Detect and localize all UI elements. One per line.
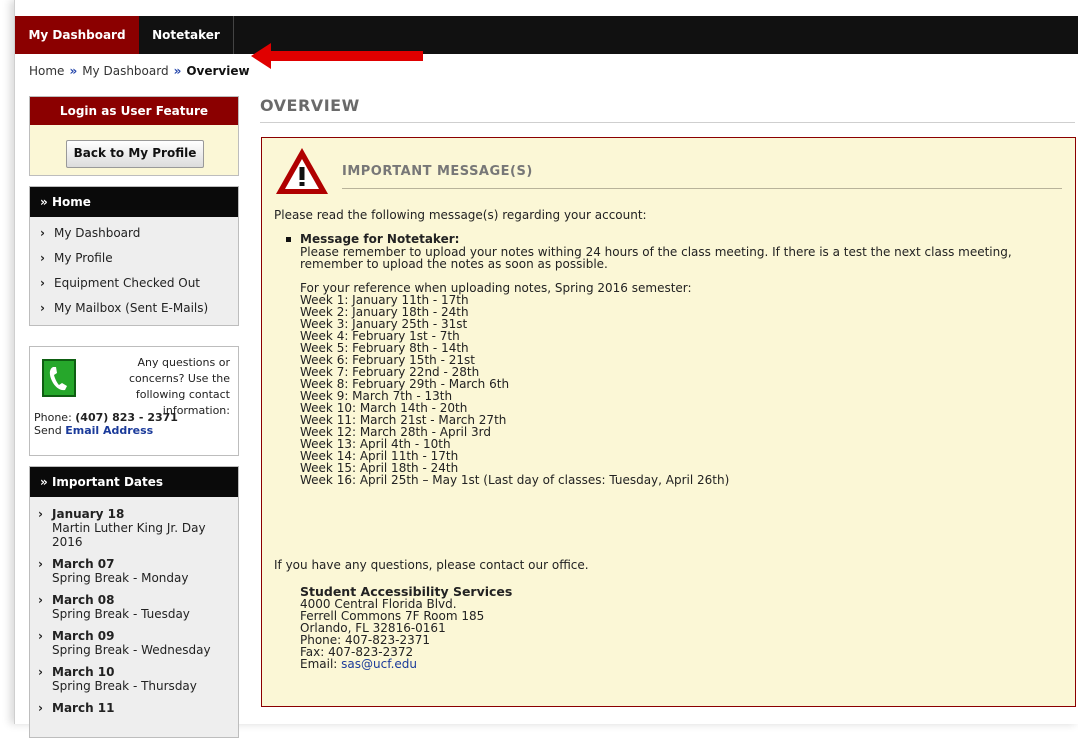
breadcrumb-current: Overview bbox=[186, 64, 250, 78]
message-divider bbox=[342, 188, 1062, 189]
office-email-link[interactable]: sas@ucf.edu bbox=[341, 657, 417, 671]
bullet-icon bbox=[286, 237, 291, 242]
message-heading: Message for Notetaker: bbox=[300, 232, 460, 246]
important-dates-title: Important Dates bbox=[51, 475, 164, 489]
annotation-arrow-icon bbox=[251, 43, 423, 69]
breadcrumb-separator: » bbox=[69, 64, 78, 78]
weeks-list: Week 1: January 11th - 17th Week 2: Janu… bbox=[300, 294, 1052, 486]
date-item[interactable]: › March 07 Spring Break - Monday bbox=[30, 553, 238, 589]
message-title: IMPORTANT MESSAGE(S) bbox=[342, 164, 533, 179]
date-item[interactable]: › March 09 Spring Break - Wednesday bbox=[30, 625, 238, 661]
menu-item-label: My Mailbox (Sent E-Mails) bbox=[54, 301, 209, 315]
message-body: Please remember to upload your notes wit… bbox=[300, 246, 1052, 486]
date-note: Spring Break - Monday bbox=[52, 571, 189, 585]
menu-item-label: My Dashboard bbox=[54, 226, 141, 240]
chevron-right-icon: › bbox=[40, 226, 45, 240]
tab-my-dashboard[interactable]: My Dashboard bbox=[15, 16, 139, 54]
warning-icon bbox=[276, 148, 328, 194]
closing-text: If you have any questions, please contac… bbox=[274, 558, 589, 572]
chevron-right-icon: › bbox=[38, 701, 43, 715]
login-feature-title: Login as User Feature bbox=[30, 97, 238, 125]
email-address-link[interactable]: Email Address bbox=[65, 424, 153, 437]
date-note: Spring Break - Tuesday bbox=[52, 607, 190, 621]
important-dates-panel: » Important Dates › January 18 Martin Luth… bbox=[29, 466, 239, 738]
top-nav: My Dashboard Notetaker bbox=[15, 16, 1078, 69]
date-item[interactable]: › March 08 Spring Break - Tuesday bbox=[30, 589, 238, 625]
title-divider bbox=[260, 122, 1075, 123]
date-note: Spring Break - Thursday bbox=[52, 679, 197, 693]
phone-number: (407) 823 - 2371 bbox=[75, 411, 178, 424]
menu-item-label: Equipment Checked Out bbox=[54, 276, 201, 290]
back-to-profile-button[interactable]: Back to My Profile bbox=[66, 140, 204, 168]
chevron-right-icon: › bbox=[40, 276, 45, 290]
week-item: Week 16: April 25th – May 1st (Last day … bbox=[300, 473, 730, 487]
date-note: Martin Luther King Jr. Day 2016 bbox=[52, 521, 206, 549]
page-title: OVERVIEW bbox=[260, 96, 360, 115]
message-intro: Please read the following message(s) reg… bbox=[274, 208, 647, 222]
breadcrumb: Home » My Dashboard » Overview bbox=[29, 64, 250, 78]
date-item[interactable]: › March 10 Spring Break - Thursday bbox=[30, 661, 238, 697]
date-note: Spring Break - Wednesday bbox=[52, 643, 211, 657]
breadcrumb-separator: » bbox=[173, 64, 182, 78]
date-item[interactable]: › January 18 Martin Luther King Jr. Day 20… bbox=[30, 503, 238, 553]
message-text: Please remember to upload your notes wit… bbox=[300, 245, 1012, 271]
breadcrumb-dashboard[interactable]: My Dashboard bbox=[82, 64, 168, 78]
menu-item-equipment[interactable]: › Equipment Checked Out bbox=[30, 271, 238, 296]
login-feature-body: Back to My Profile bbox=[30, 125, 238, 175]
date-label: March 11 bbox=[52, 701, 115, 715]
contact-panel: Any questions or concerns? Use the follo… bbox=[29, 346, 239, 456]
double-chevron-down-icon: » bbox=[40, 475, 48, 489]
login-as-user-panel: Login as User Feature Back to My Profile bbox=[29, 96, 239, 176]
contact-description: Any questions or concerns? Use the follo… bbox=[128, 356, 230, 417]
double-chevron-down-icon: » bbox=[40, 195, 48, 209]
menu-item-label: My Profile bbox=[54, 251, 113, 265]
chevron-right-icon: › bbox=[38, 507, 43, 521]
chevron-right-icon: › bbox=[38, 629, 43, 643]
date-item[interactable]: › March 11 bbox=[30, 697, 238, 719]
date-label: January 18 bbox=[52, 507, 125, 521]
app-frame: My Dashboard Notetaker Home» My Dashboard… bbox=[14, 0, 1078, 738]
date-label: March 08 bbox=[52, 593, 115, 607]
send-label: Send bbox=[34, 424, 62, 437]
tab-notetaker[interactable]: Notetaker bbox=[139, 16, 234, 54]
menu-item-my-profile[interactable]: › My Profile bbox=[30, 246, 238, 271]
phone-label: Phone: bbox=[34, 411, 72, 424]
chevron-right-icon: › bbox=[40, 301, 45, 315]
home-menu-header[interactable]: » Home bbox=[30, 187, 238, 217]
phone-icon bbox=[42, 359, 76, 397]
contact-lines: Phone: (407) 823 - 2371 Send Email Addre… bbox=[34, 411, 178, 437]
date-label: March 07 bbox=[52, 557, 115, 571]
email-label: Email: bbox=[300, 657, 338, 671]
date-label: March 10 bbox=[52, 665, 115, 679]
chevron-right-icon: › bbox=[38, 557, 43, 571]
office-address: Student Accessibility Services 4000 Cent… bbox=[300, 585, 512, 671]
menu-item-my-dashboard[interactable]: › My Dashboard bbox=[30, 221, 238, 246]
breadcrumb-home[interactable]: Home bbox=[29, 64, 64, 78]
important-message-box: IMPORTANT MESSAGE(S) Please read the fol… bbox=[261, 137, 1076, 707]
important-dates-header[interactable]: » Important Dates bbox=[30, 467, 238, 497]
chevron-right-icon: › bbox=[40, 251, 45, 265]
home-menu-panel: » Home › My Dashboard › My Profile › Equipm… bbox=[29, 186, 239, 326]
date-label: March 09 bbox=[52, 629, 115, 643]
home-menu-title: Home bbox=[51, 195, 91, 209]
chevron-right-icon: › bbox=[38, 593, 43, 607]
menu-item-mailbox[interactable]: › My Mailbox (Sent E-Mails) bbox=[30, 296, 238, 321]
chevron-right-icon: › bbox=[38, 665, 43, 679]
